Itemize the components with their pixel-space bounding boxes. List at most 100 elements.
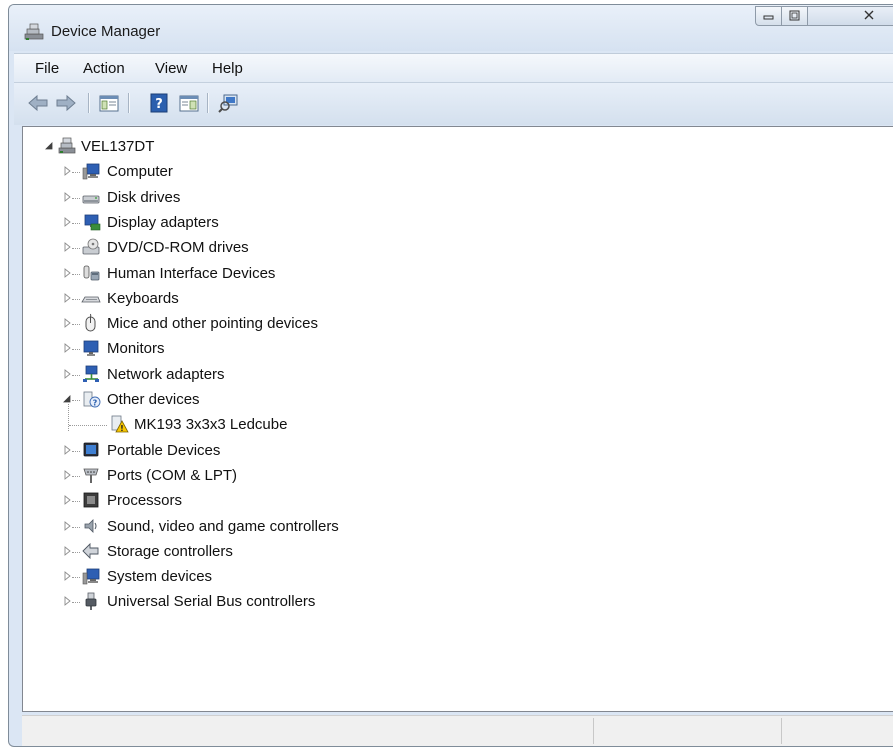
expand-arrow-icon[interactable] [64, 520, 72, 531]
window-title: Device Manager [51, 23, 161, 40]
tree-category-node[interactable]: Monitors [23, 337, 423, 361]
device-tree-pane[interactable]: VEL137DT Computer Disk drives Display adapt… [22, 126, 893, 712]
expand-arrow-icon[interactable] [64, 191, 72, 202]
tree-category-node[interactable]: Disk drives [23, 186, 423, 210]
minimize-button[interactable] [755, 6, 782, 26]
tree-node-label: Network adapters [107, 365, 225, 383]
computer-icon [82, 163, 100, 180]
status-divider [781, 718, 782, 744]
tree-node-label: Keyboards [107, 289, 179, 307]
tree-category-node[interactable]: Universal Serial Bus controllers [23, 590, 423, 614]
tree-category-node[interactable]: Storage controllers [23, 540, 423, 564]
close-icon [864, 10, 874, 20]
tree-node-label: Disk drives [107, 188, 181, 206]
scan-hardware-icon[interactable] [218, 92, 240, 114]
tree-category-node[interactable]: Portable Devices [23, 439, 423, 463]
tree-node-label: Mice and other pointing devices [107, 315, 318, 333]
network-adapter-icon [83, 365, 99, 382]
tree-connector [72, 324, 80, 326]
close-button[interactable] [807, 6, 893, 26]
menu-view[interactable]: View [155, 60, 187, 77]
help-icon[interactable]: ? [148, 92, 170, 114]
tree-connector [72, 172, 80, 174]
tree-category-node[interactable]: System devices [23, 565, 423, 589]
tree-connector [72, 400, 80, 402]
svg-text:!: ! [120, 424, 124, 433]
dvd-drive-icon [82, 238, 100, 255]
title-bar[interactable]: Device Manager [9, 5, 893, 51]
disk-drive-icon [82, 195, 100, 203]
expand-arrow-icon[interactable] [64, 444, 72, 455]
expand-arrow-icon[interactable] [64, 166, 72, 177]
collapse-arrow-icon[interactable] [63, 394, 71, 404]
expand-arrow-icon[interactable] [64, 343, 72, 354]
tree-node-label: Processors [107, 492, 183, 510]
tree-category-node[interactable]: Sound, video and game controllers [23, 515, 423, 539]
menu-file[interactable]: File [35, 60, 59, 77]
tree-node-label: Universal Serial Bus controllers [107, 593, 316, 611]
tree-category-node[interactable]: Computer [23, 160, 423, 184]
expand-arrow-icon[interactable] [64, 571, 72, 582]
tree-connector [72, 374, 80, 377]
tree-node-label: VEL137DT [81, 138, 155, 155]
warning-device-icon: ! [111, 415, 129, 433]
tree-category-node[interactable]: Human Interface Devices [23, 262, 423, 286]
tree-category-node[interactable]: ? Other devices [23, 388, 423, 412]
tree-node-label: Sound, video and game controllers [107, 517, 339, 535]
back-icon[interactable] [27, 92, 49, 114]
forward-icon[interactable] [55, 92, 77, 114]
tree-category-node[interactable]: Display adapters [23, 211, 423, 235]
console-tree-icon[interactable] [98, 92, 120, 114]
menu-help[interactable]: Help [212, 60, 243, 77]
expand-arrow-icon[interactable] [64, 216, 72, 227]
storage-controller-icon [82, 542, 99, 559]
tree-node-label: Monitors [107, 340, 165, 358]
expand-arrow-icon[interactable] [64, 495, 72, 506]
menu-bar: File Action View Help [14, 53, 893, 82]
maximize-button[interactable] [781, 6, 808, 26]
tree-category-node[interactable]: Processors [23, 489, 423, 513]
computer-root-icon [58, 137, 76, 154]
expand-arrow-icon[interactable] [64, 242, 72, 253]
tree-node-label: System devices [107, 568, 213, 586]
tree-root-node[interactable]: VEL137DT [23, 135, 323, 159]
tree-connector [72, 248, 80, 250]
tree-category-node[interactable]: Mice and other pointing devices [23, 312, 423, 336]
display-adapter-icon [84, 214, 101, 231]
tree-node-label: Computer [107, 163, 173, 181]
toolbar: ? [14, 82, 893, 125]
expand-arrow-icon[interactable] [64, 267, 72, 278]
expand-arrow-icon[interactable] [64, 469, 72, 480]
menu-action[interactable]: Action [83, 60, 125, 77]
tree-connector [72, 501, 80, 503]
tree-category-node[interactable]: DVD/CD-ROM drives [23, 236, 423, 260]
device-manager-icon [24, 23, 44, 40]
system-device-icon [82, 568, 100, 585]
tree-connector [72, 450, 80, 453]
expand-arrow-icon[interactable] [64, 545, 72, 556]
toolbar-separator [207, 93, 208, 113]
collapse-arrow-icon[interactable] [45, 141, 53, 151]
status-divider [593, 718, 594, 744]
maximize-icon [789, 10, 800, 21]
toolbar-separator [128, 93, 129, 113]
expand-arrow-icon[interactable] [64, 318, 72, 329]
processor-icon [83, 492, 99, 508]
expand-arrow-icon[interactable] [64, 596, 72, 607]
unknown-device-icon: ? [83, 391, 101, 408]
minimize-icon [763, 15, 774, 20]
tree-device-node[interactable]: ! MK193 3x3x3 Ledcube [23, 413, 423, 437]
tree-connector [72, 273, 80, 276]
expand-arrow-icon[interactable] [64, 368, 72, 379]
tree-category-node[interactable]: Network adapters [23, 363, 423, 387]
tree-connector [72, 197, 80, 200]
tree-category-node[interactable]: Ports (COM & LPT) [23, 464, 423, 488]
action-pane-icon[interactable] [178, 92, 200, 114]
tree-connector [72, 298, 80, 301]
tree-category-node[interactable]: Keyboards [23, 287, 423, 311]
hid-icon [83, 265, 100, 280]
status-bar [22, 715, 893, 746]
portable-device-icon [83, 442, 99, 456]
mouse-icon [85, 313, 96, 332]
expand-arrow-icon[interactable] [64, 292, 72, 303]
